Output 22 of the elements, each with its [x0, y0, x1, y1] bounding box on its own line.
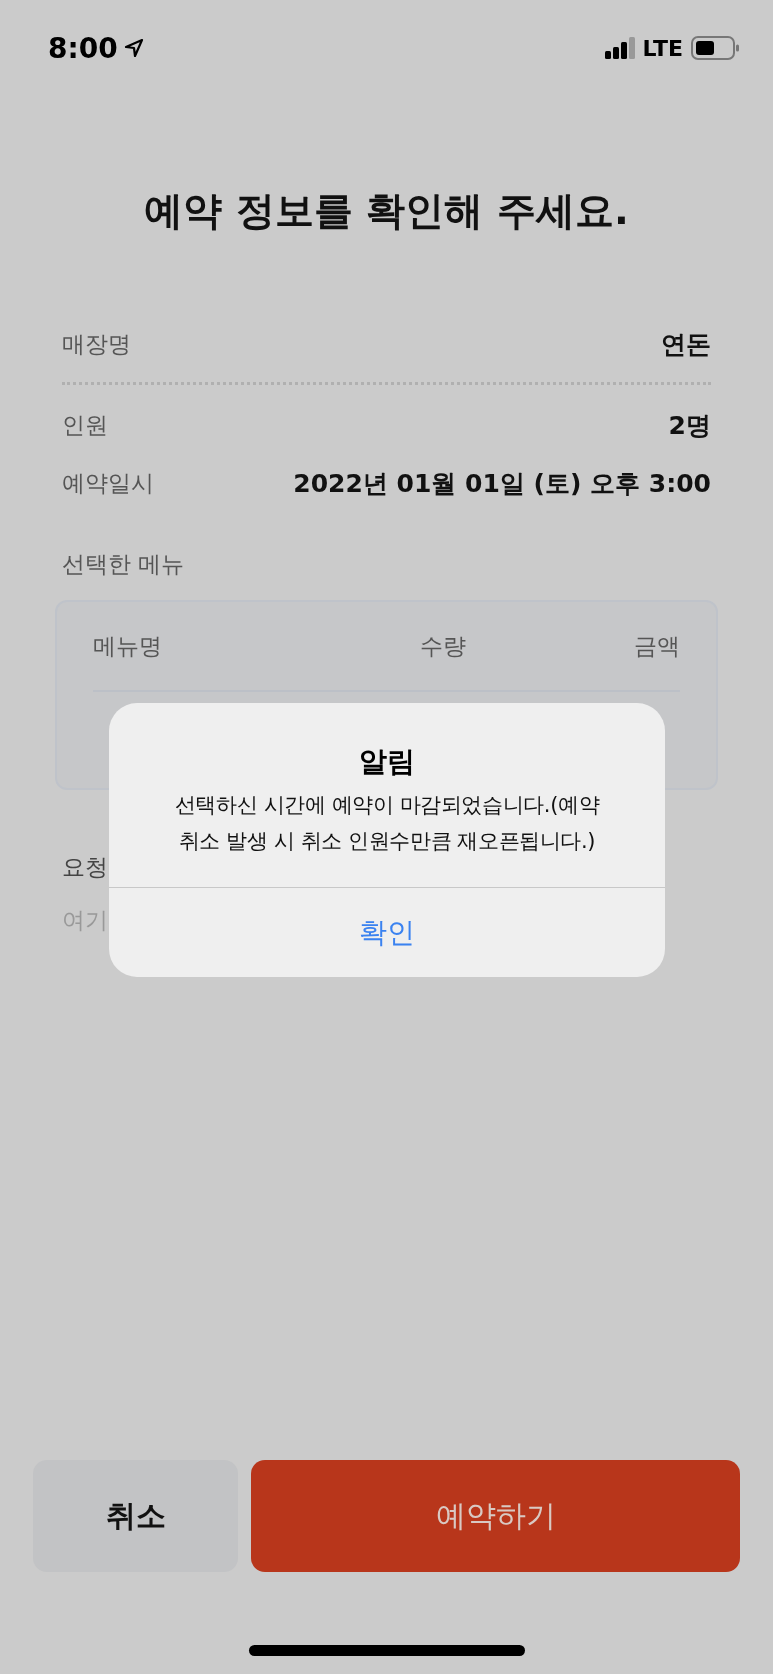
- location-arrow-icon: [123, 38, 144, 58]
- signal-icon: [604, 37, 635, 59]
- column-header: 금액: [633, 631, 680, 661]
- info-value: 연돈: [661, 328, 711, 361]
- info-value: 2명: [668, 409, 711, 442]
- status-time: 8:00: [48, 31, 118, 65]
- info-value: 2022년 01월 01일 (토) 오후 3:00: [293, 467, 711, 500]
- alert-message: 선택하신 시간에 예약이 마감되었습니다.(예약 취소 발생 시 취소 인원수만큼 재오픈됩니다.): [173, 792, 601, 855]
- section-heading: 요청: [62, 853, 108, 882]
- column-header: 메뉴명: [93, 631, 163, 661]
- network-label: LTE: [642, 35, 683, 61]
- info-label: 인원: [62, 410, 108, 440]
- info-label: 예약일시: [62, 468, 154, 498]
- column-header: 수량: [419, 631, 468, 661]
- section-heading: 선택한 메뉴: [62, 550, 186, 579]
- reserve-button[interactable]: 예약하기: [251, 1460, 740, 1572]
- page-title: 예약 정보를 확인해 주세요.: [143, 187, 630, 235]
- alert-title: 알림: [359, 744, 415, 780]
- confirm-button[interactable]: 확인: [109, 887, 665, 977]
- info-label: 매장명: [62, 329, 131, 359]
- battery-icon: [691, 36, 739, 60]
- cancel-button[interactable]: 취소: [33, 1460, 238, 1572]
